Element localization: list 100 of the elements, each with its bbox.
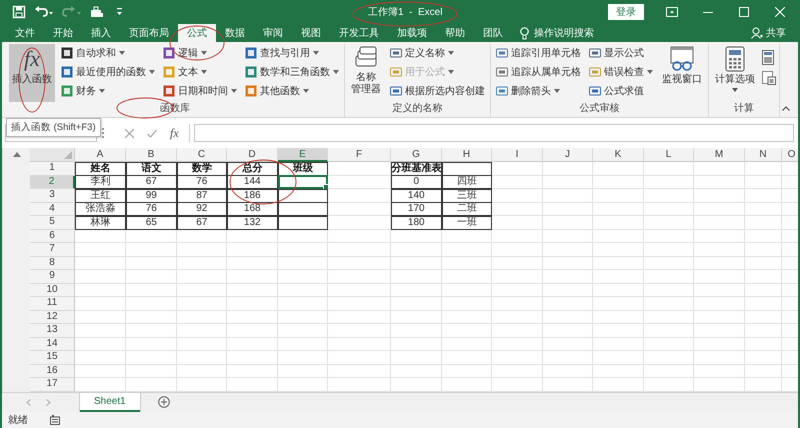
sheet-tab[interactable]: Sheet1 <box>80 392 140 412</box>
row-header[interactable]: 3 <box>30 189 75 202</box>
row-header[interactable]: 17 <box>30 378 75 392</box>
caret-icon <box>231 89 237 93</box>
column-header[interactable]: N <box>745 148 782 162</box>
row-header[interactable]: 12 <box>30 310 75 324</box>
ribbon-large-button[interactable]: 监视窗口 <box>659 44 705 102</box>
ribbon-tab[interactable]: 插入 <box>82 24 120 42</box>
share-button[interactable]: 共享 <box>751 24 798 42</box>
undo-icon[interactable] <box>34 4 54 20</box>
table-cell <box>543 243 593 256</box>
table-cell <box>694 243 745 256</box>
ribbon-button[interactable]: 日期和时间 <box>161 82 239 100</box>
sheet-calculator-icon[interactable] <box>762 71 776 85</box>
column-header[interactable]: G <box>391 148 442 162</box>
column-header[interactable]: E <box>278 148 328 162</box>
column-header[interactable]: O <box>782 148 798 162</box>
ribbon-button[interactable]: 其他函数 <box>243 82 341 100</box>
row-header[interactable]: 8 <box>30 256 75 270</box>
calculator-icon <box>725 46 745 72</box>
row-header[interactable]: 14 <box>30 338 75 351</box>
column-header[interactable]: H <box>442 148 492 162</box>
ribbon-button[interactable]: 错误检查 <box>587 63 655 81</box>
column-header[interactable]: B <box>126 148 177 162</box>
column-header[interactable]: D <box>227 148 278 162</box>
row-header[interactable]: 15 <box>30 351 75 364</box>
table-cell: 132 <box>226 216 278 230</box>
function-category-icon <box>496 85 508 97</box>
ribbon-tab[interactable]: 页面布局 <box>120 24 178 42</box>
row-header[interactable]: 13 <box>30 324 75 338</box>
ribbon-button[interactable]: 查找与引用 <box>243 44 341 62</box>
formula-input[interactable] <box>194 124 794 142</box>
row-header[interactable]: 10 <box>30 284 75 297</box>
ribbon-button[interactable]: 文本 <box>161 63 239 81</box>
ribbon-button[interactable]: 最近使用的函数 <box>59 63 157 81</box>
table-cell <box>745 284 782 297</box>
table-cell: 王红 <box>74 188 126 202</box>
table-cell <box>745 243 782 256</box>
row-header[interactable]: 9 <box>30 270 75 284</box>
insert-function-button[interactable]: fx <box>170 126 179 140</box>
table-cell <box>745 324 782 338</box>
ribbon-tab[interactable]: 视图 <box>292 24 330 42</box>
table-cell <box>126 324 177 338</box>
ribbon-button[interactable]: 删除箭头 <box>494 82 583 100</box>
table-cell <box>328 364 391 378</box>
row-header[interactable]: 7 <box>30 243 75 256</box>
ribbon-tab[interactable]: 审阅 <box>254 24 292 42</box>
vertical-scrollbar[interactable] <box>2 148 30 392</box>
ribbon-large-button[interactable]: 计算选项 <box>712 44 758 102</box>
ribbon-button[interactable]: 自动求和 <box>59 44 157 62</box>
column-header[interactable]: J <box>543 148 593 162</box>
ribbon-button[interactable]: 追踪引用单元格 <box>494 44 583 62</box>
ribbon-button[interactable]: 逻辑 <box>161 44 239 62</box>
ribbon-button[interactable]: 财务 <box>59 82 157 100</box>
table-cell: 186 <box>226 188 278 202</box>
column-header[interactable]: I <box>492 148 543 162</box>
ribbon-tab[interactable]: 开发工具 <box>330 24 388 42</box>
column-header[interactable]: C <box>177 148 227 162</box>
column-header[interactable]: M <box>694 148 745 162</box>
group-label: 公式审核 <box>580 103 620 116</box>
ribbon-button[interactable]: 数学和三角函数 <box>243 63 341 81</box>
ribbon-button[interactable]: 公式求值 <box>587 82 655 100</box>
row-header[interactable]: 16 <box>30 364 75 378</box>
collapse-ribbon-icon[interactable] <box>782 106 790 111</box>
save-icon[interactable] <box>12 4 26 20</box>
scroll-up-icon[interactable] <box>12 152 20 157</box>
row-header[interactable]: 2 <box>30 176 75 189</box>
column-header[interactable]: F <box>328 148 391 162</box>
ribbon-button[interactable]: 追踪从属单元格 <box>494 63 583 81</box>
table-cell <box>644 162 694 176</box>
column-header[interactable]: K <box>593 148 644 162</box>
ribbon-tab[interactable]: 文件 <box>6 24 44 42</box>
ribbon-button[interactable]: 定义名称 <box>388 44 487 62</box>
row-header[interactable]: 11 <box>30 297 75 310</box>
ribbon-tab[interactable]: 公式 <box>178 24 216 42</box>
sign-in-button[interactable]: 登录 <box>608 4 644 20</box>
ribbon-large-button[interactable]: 名称 管理器 <box>348 44 384 102</box>
column-header[interactable]: L <box>644 148 694 162</box>
row-header[interactable]: 6 <box>30 230 75 243</box>
macro-record-icon[interactable] <box>50 414 60 425</box>
column-header[interactable]: A <box>75 148 126 162</box>
row-header[interactable]: 5 <box>30 216 75 230</box>
ribbon-tab[interactable]: 开始 <box>44 24 82 42</box>
ribbon-tab[interactable]: 数据 <box>216 24 254 42</box>
ribbon-tab[interactable]: 加载项 <box>388 24 436 42</box>
table-cell <box>593 202 644 216</box>
ribbon-button[interactable]: 根据所选内容创建 <box>388 82 487 100</box>
row-header[interactable]: 1 <box>30 162 75 176</box>
tell-me-search[interactable]: 操作说明搜索 <box>512 24 602 42</box>
table-cell <box>177 256 227 270</box>
ribbon-tab[interactable]: 帮助 <box>436 24 474 42</box>
table-cell <box>694 202 745 216</box>
table-cell <box>694 284 745 297</box>
table-cell: 180 <box>390 216 442 230</box>
calculator-icon[interactable] <box>762 50 776 65</box>
table-cell <box>644 230 694 243</box>
ribbon-tab[interactable]: 团队 <box>474 24 512 42</box>
table-cell <box>492 297 543 310</box>
ribbon-button[interactable]: 显示公式 <box>587 44 655 62</box>
row-header[interactable]: 4 <box>30 202 75 216</box>
